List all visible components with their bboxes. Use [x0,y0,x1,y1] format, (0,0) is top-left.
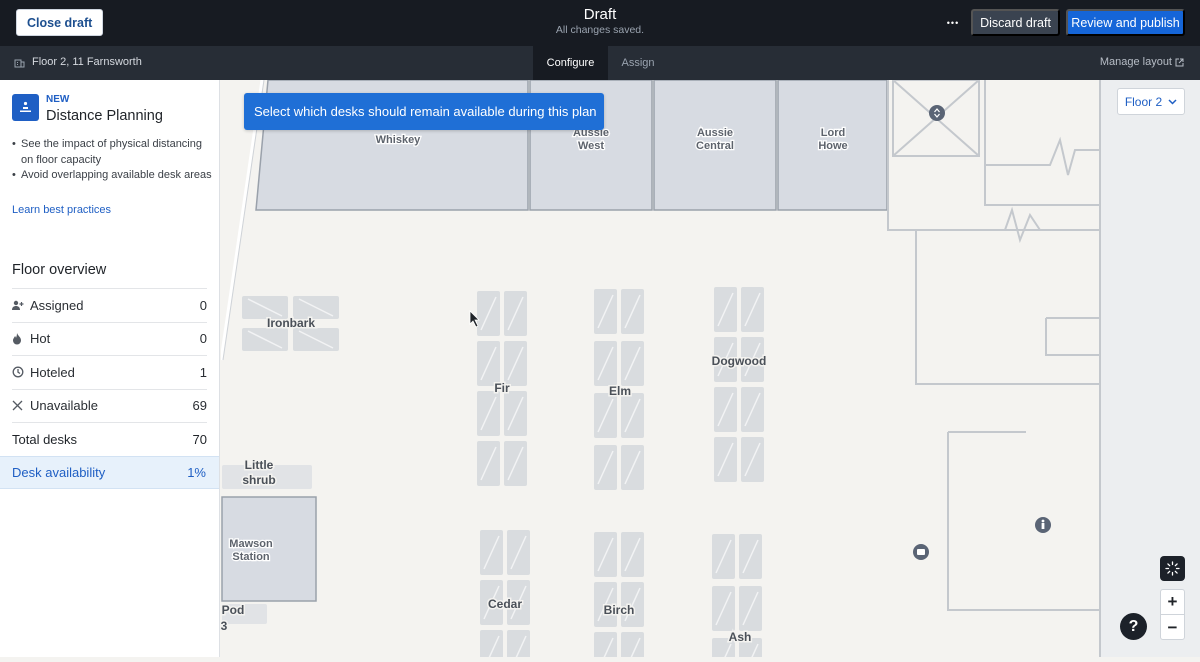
neighborhood-label: 3 [221,619,228,633]
neighborhood-label: shrub [242,473,275,487]
overview-label: Assigned [30,297,84,313]
neighborhood-label: Fir [494,381,510,395]
chevron-down-icon [1168,98,1177,105]
building-icon [14,59,25,67]
close-draft-button[interactable]: Close draft [16,9,104,36]
x-icon [12,400,30,411]
overview-row-hot[interactable]: Hot 0 [12,321,207,356]
external-link-icon [1175,58,1184,66]
tab-configure[interactable]: Configure [533,46,608,80]
clock-icon [12,366,30,378]
room-label: Whiskey [376,134,422,146]
flame-icon [12,332,30,345]
overview-row-availability: Desk availability 1% [0,455,219,489]
tab-assign[interactable]: Assign [608,46,668,80]
room-label: Station [232,551,270,563]
floor-overview-title: Floor overview [12,262,107,278]
distance-planning-icon [12,94,39,121]
floor-select-value: Floor 2 [1124,94,1163,109]
overview-row-total: Total desks 70 [12,422,207,456]
instruction-tooltip: Select which desks should remain availab… [244,93,604,130]
floor-map[interactable]: Whiskey Aussie West Aussie Central Lord … [219,79,1200,662]
sparkle-icon [1165,561,1180,576]
overview-label: Unavailable [30,398,98,414]
sidebar-panel: NEW Distance Planning See the impact of … [0,80,220,657]
total-desks-value: 70 [192,431,207,447]
room-label: West [578,140,604,152]
review-publish-button[interactable]: Review and publish [1066,9,1185,36]
neighborhood-label: Birch [604,603,635,617]
neighborhood-label: Cedar [488,597,522,611]
help-button[interactable]: ? [1120,613,1147,640]
room-label: Lord [821,127,845,139]
location-label: Floor 2, 11 Farnsworth [32,56,142,68]
sub-bar: Floor 2, 11 Farnsworth Configure Assign … [0,46,1200,80]
room-label: Central [696,140,734,152]
desk-availability-label: Desk availability [12,464,106,480]
more-options-button[interactable]: ••• [942,12,964,34]
learn-best-practices-link[interactable]: Learn best practices [12,204,111,216]
neighborhood-label: Pod [222,603,245,617]
overview-value: 0 [199,331,207,347]
promo-bullet: Avoid overlapping available desk areas [12,168,212,184]
new-badge: NEW [46,94,70,105]
neighborhood-label: Ash [729,630,752,644]
person-add-icon [12,300,30,311]
recenter-button[interactable] [1160,556,1185,581]
overview-value: 1 [199,364,207,380]
neighborhood-label: Ironbark [267,316,315,330]
promo-bullet: See the impact of physical distancing on… [12,137,212,168]
promo-bullets: See the impact of physical distancing on… [12,137,212,184]
neighborhood-label: Elm [609,384,631,398]
more-icon: ••• [946,18,960,28]
zoom-out-button[interactable]: − [1161,615,1184,640]
overview-label: Hoteled [30,364,75,380]
overview-label: Hot [30,331,51,347]
manage-layout-label: Manage layout [1099,56,1172,68]
total-desks-label: Total desks [12,431,78,447]
overview-row-unavailable[interactable]: Unavailable 69 [12,388,207,423]
elevator-icon [929,105,945,121]
promo-title: Distance Planning [46,108,163,124]
discard-draft-button[interactable]: Discard draft [971,9,1060,36]
room-label: Aussie [697,127,733,139]
room-label: Mawson [229,538,273,550]
floor-select[interactable]: Floor 2 [1117,88,1185,115]
overview-value: 69 [192,398,207,414]
floor-plan-svg[interactable]: Whiskey Aussie West Aussie Central Lord … [219,79,1200,662]
room-label: Howe [818,140,847,152]
overview-row-hoteled[interactable]: Hoteled 1 [12,355,207,389]
location-breadcrumb: Floor 2, 11 Farnsworth [14,56,142,68]
manage-layout-link[interactable]: Manage layout [1100,56,1184,68]
top-bar: Close draft Draft All changes saved. •••… [0,0,1200,46]
neighborhood-label: Dogwood [712,354,767,368]
neighborhood-label: Little [245,458,274,472]
overview-value: 0 [199,297,207,313]
floor-overview-list: Assigned 0 Hot 0 Hoteled 1 Unavailable 6… [0,288,219,489]
desk-availability-value: 1% [187,464,206,480]
overview-row-assigned[interactable]: Assigned 0 [12,288,207,322]
zoom-controls: + − [1160,589,1185,640]
zoom-in-button[interactable]: + [1161,590,1184,615]
